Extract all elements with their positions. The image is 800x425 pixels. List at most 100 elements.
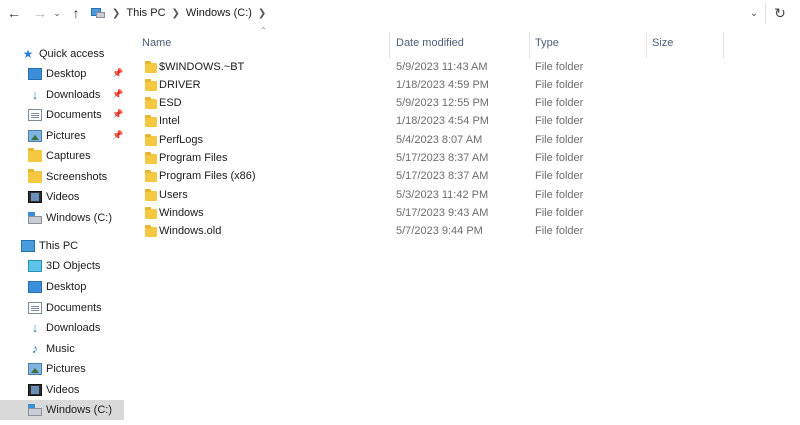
desktop-icon xyxy=(28,281,42,293)
column-divider[interactable] xyxy=(529,32,530,58)
star-icon: ★ xyxy=(22,47,34,61)
file-type: File folder xyxy=(535,189,584,201)
chevron-down-icon: ⌄ xyxy=(53,7,61,18)
table-row[interactable]: Program Files 5/17/2023 8:37 AM File fol… xyxy=(130,150,724,168)
sort-ascending-icon: ⌃ xyxy=(260,26,267,35)
sidebar-item-captures[interactable]: Captures xyxy=(0,146,124,166)
refresh-button[interactable]: ↻ xyxy=(768,2,792,24)
recent-locations-button[interactable]: ⌄ xyxy=(50,2,64,24)
table-row[interactable]: Windows.old 5/7/2023 9:44 PM File folder xyxy=(130,223,724,241)
download-icon: ↓ xyxy=(31,320,39,335)
folder-icon xyxy=(28,148,42,162)
sidebar-item-documents[interactable]: Documents xyxy=(0,298,124,318)
pin-icon[interactable]: 📌 xyxy=(112,109,123,120)
sidebar-item-downloads[interactable]: ↓ Downloads xyxy=(0,318,124,338)
sidebar-item-label: Pictures xyxy=(46,130,86,142)
table-row[interactable]: DRIVER 1/18/2023 4:59 PM File folder xyxy=(130,77,724,95)
column-divider[interactable] xyxy=(389,32,390,58)
file-name: $WINDOWS.~BT xyxy=(159,61,245,73)
chevron-right-icon[interactable]: ❯ xyxy=(112,8,120,19)
sidebar-item-screenshots[interactable]: Screenshots xyxy=(0,167,124,187)
sidebar-item-label: This PC xyxy=(39,240,79,252)
back-button[interactable]: ← xyxy=(4,2,24,24)
file-type: File folder xyxy=(535,207,584,219)
breadcrumb-this-pc[interactable]: This PC xyxy=(126,7,165,19)
navigation-pane: ★ Quick access Desktop 📌 ↓ Downloads 📌 D… xyxy=(0,36,124,425)
folder-icon xyxy=(28,169,42,183)
file-date: 5/17/2023 8:37 AM xyxy=(396,170,489,182)
file-name: Windows xyxy=(159,207,204,219)
sidebar-item-desktop[interactable]: Desktop 📌 xyxy=(0,64,124,84)
address-dropdown-button[interactable]: ⌄ xyxy=(744,2,764,24)
file-name: Users xyxy=(159,189,188,201)
pictures-icon xyxy=(28,130,42,142)
pin-icon[interactable]: 📌 xyxy=(112,68,123,79)
pictures-icon xyxy=(28,363,42,375)
drive-icon xyxy=(28,211,42,224)
sidebar-item-3d-objects[interactable]: 3D Objects xyxy=(0,256,124,276)
column-divider[interactable] xyxy=(723,32,724,58)
chevron-down-icon: ⌄ xyxy=(749,7,759,19)
table-row[interactable]: Program Files (x86) 5/17/2023 8:37 AM Fi… xyxy=(130,168,724,186)
videos-icon xyxy=(28,384,42,396)
file-date: 5/3/2023 11:42 PM xyxy=(396,189,489,201)
table-row[interactable]: $WINDOWS.~BT 5/9/2023 11:43 AM File fold… xyxy=(130,59,724,77)
sidebar-item-label: Desktop xyxy=(46,68,87,80)
sidebar-item-label: Windows (C:) xyxy=(46,212,113,224)
file-name: Program Files (x86) xyxy=(159,170,256,182)
folder-icon xyxy=(145,207,157,219)
table-row[interactable]: PerfLogs 5/4/2023 8:07 AM File folder xyxy=(130,132,724,150)
sidebar-item-windows-c-selected[interactable]: Windows (C:) xyxy=(0,400,124,420)
download-icon: ↓ xyxy=(31,87,39,102)
file-date: 1/18/2023 4:54 PM xyxy=(396,115,489,127)
column-header-label: Size xyxy=(652,37,674,49)
sidebar-item-quick-access[interactable]: ★ Quick access xyxy=(0,44,124,64)
sidebar-item-videos[interactable]: Videos xyxy=(0,380,124,400)
sidebar-item-windows-c[interactable]: Windows (C:) xyxy=(0,208,124,228)
file-type: File folder xyxy=(535,134,584,146)
table-row[interactable]: ESD 5/9/2023 12:55 PM File folder xyxy=(130,95,724,113)
sidebar-item-label: Music xyxy=(46,343,75,355)
up-button[interactable]: ↑ xyxy=(66,2,86,24)
sidebar-item-label: Videos xyxy=(46,191,80,203)
file-type: File folder xyxy=(535,225,584,237)
address-bar-row: ← → ⌄ ↑ ❯ This PC ❯ Windows (C:) ❯ ⌄ ↻ xyxy=(0,0,800,26)
sidebar-item-label: Documents xyxy=(46,302,102,314)
breadcrumb[interactable]: ❯ This PC ❯ Windows (C:) ❯ xyxy=(90,2,272,24)
forward-button[interactable]: → xyxy=(30,2,50,24)
chevron-right-icon[interactable]: ❯ xyxy=(258,8,266,19)
column-header-date-modified[interactable]: Date modified xyxy=(396,30,464,56)
breadcrumb-windows-c[interactable]: Windows (C:) xyxy=(186,7,252,19)
sidebar-item-label: Screenshots xyxy=(46,171,108,183)
pin-icon[interactable]: 📌 xyxy=(112,89,123,100)
column-header-label: Name xyxy=(142,37,172,49)
sidebar-item-desktop[interactable]: Desktop xyxy=(0,277,124,297)
file-type: File folder xyxy=(535,61,584,73)
sidebar-item-label: Pictures xyxy=(46,363,86,375)
videos-icon xyxy=(28,191,42,203)
table-row[interactable]: Users 5/3/2023 11:42 PM File folder xyxy=(130,187,724,205)
column-header-name[interactable]: Name xyxy=(142,30,171,56)
folder-icon xyxy=(145,97,157,109)
file-name: Windows.old xyxy=(159,225,222,237)
column-header-size[interactable]: Size xyxy=(652,30,673,56)
sidebar-item-videos[interactable]: Videos xyxy=(0,187,124,207)
sidebar-item-this-pc[interactable]: This PC xyxy=(0,236,124,256)
column-divider[interactable] xyxy=(646,32,647,58)
sidebar-item-pictures[interactable]: Pictures 📌 xyxy=(0,126,124,146)
sidebar-item-pictures[interactable]: Pictures xyxy=(0,359,124,379)
pin-icon[interactable]: 📌 xyxy=(112,130,123,141)
folder-icon xyxy=(145,61,157,73)
sidebar-item-documents[interactable]: Documents 📌 xyxy=(0,105,124,125)
chevron-right-icon[interactable]: ❯ xyxy=(172,8,180,19)
arrow-right-icon: → xyxy=(33,5,47,21)
table-row[interactable]: Windows 5/17/2023 9:43 AM File folder xyxy=(130,205,724,223)
sidebar-item-label: Videos xyxy=(46,384,80,396)
file-date: 5/9/2023 12:55 PM xyxy=(396,97,489,109)
arrow-up-icon: ↑ xyxy=(72,5,80,21)
column-header-type[interactable]: Type xyxy=(535,30,559,56)
sidebar-item-downloads[interactable]: ↓ Downloads 📌 xyxy=(0,85,124,105)
sidebar-item-music[interactable]: ♪ Music xyxy=(0,339,124,359)
3d-objects-icon xyxy=(28,260,42,272)
table-row[interactable]: Intel 1/18/2023 4:54 PM File folder xyxy=(130,113,724,131)
